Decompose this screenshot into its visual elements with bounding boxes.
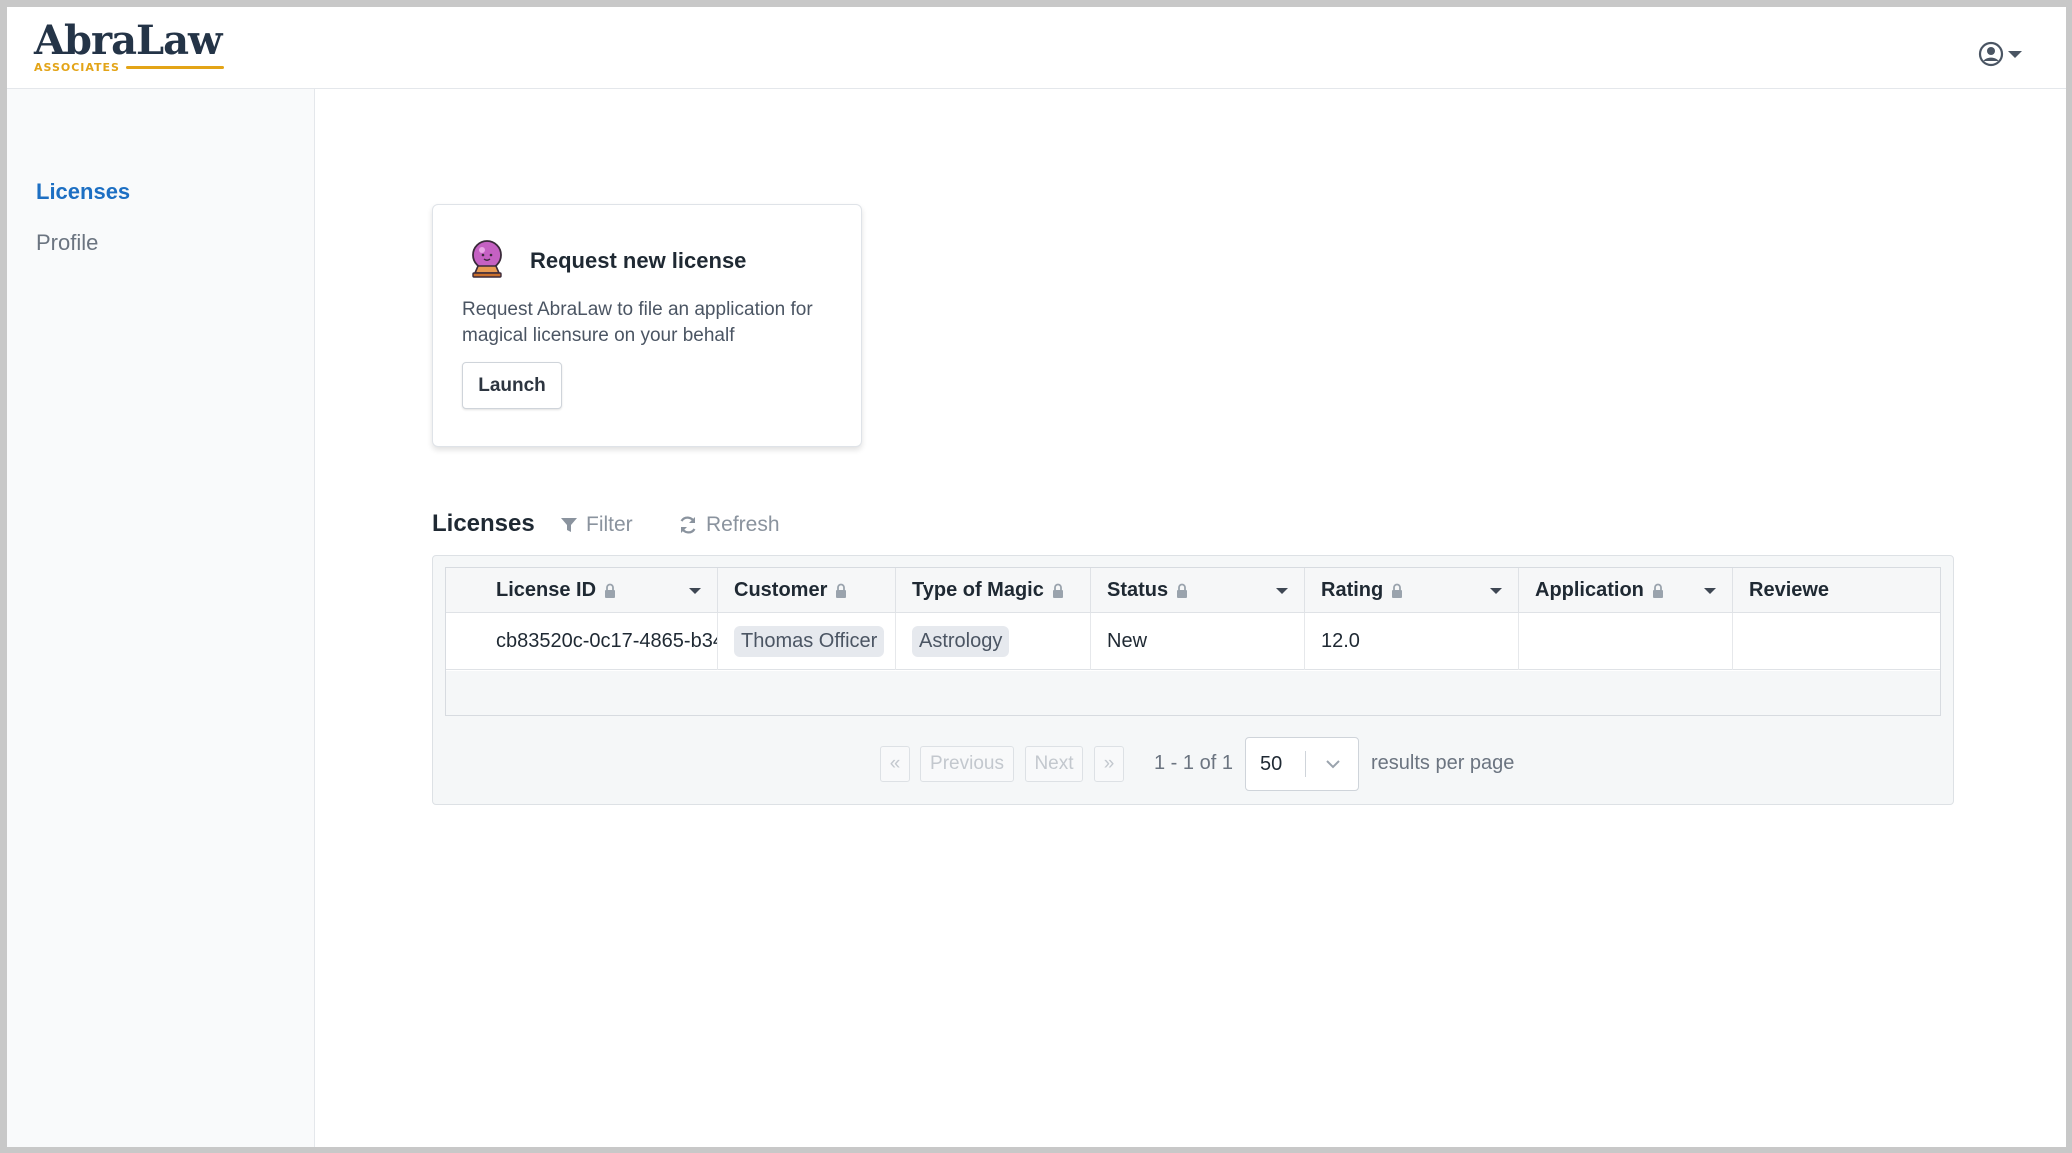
column-header-rating[interactable]: Rating xyxy=(1305,568,1519,613)
user-circle-icon xyxy=(1978,41,2004,67)
cell-application xyxy=(1519,613,1733,670)
brand-subtitle: ASSOCIATES xyxy=(34,61,120,74)
table-header: License ID Customer Type of Magic Status xyxy=(446,568,1940,613)
sidebar: Licenses Profile xyxy=(7,89,315,1147)
column-label: Rating xyxy=(1321,579,1384,601)
chevron-down-icon xyxy=(1326,760,1340,769)
last-page-button[interactable]: » xyxy=(1094,746,1124,782)
card-title: Request new license xyxy=(530,248,747,273)
sidebar-item-licenses[interactable]: Licenses xyxy=(36,179,130,205)
cell-rating: 12.0 xyxy=(1305,613,1519,670)
sort-caret-icon[interactable] xyxy=(689,588,701,594)
lock-icon xyxy=(836,583,847,598)
chevron-down-icon xyxy=(2008,50,2022,58)
column-header-status[interactable]: Status xyxy=(1091,568,1305,613)
licenses-table-panel: License ID Customer Type of Magic Status xyxy=(432,555,1954,805)
customer-tag[interactable]: Thomas Officer xyxy=(734,626,885,657)
column-header-license-id[interactable]: License ID xyxy=(446,568,718,613)
pagination-range: 1 - 1 of 1 xyxy=(1154,752,1233,774)
lock-icon xyxy=(1177,583,1188,598)
sort-caret-icon[interactable] xyxy=(1276,588,1288,594)
cell-status: New xyxy=(1091,613,1305,670)
crystal-ball-icon xyxy=(466,238,508,285)
per-page-label: results per page xyxy=(1371,752,1515,774)
app-window: AbraLaw ASSOCIATES Licenses Profile Requ… xyxy=(7,7,2066,1147)
card-description: Request AbraLaw to file an application f… xyxy=(462,299,813,346)
table-empty-area xyxy=(446,671,1940,715)
magic-type-tag: Astrology xyxy=(912,626,1010,657)
user-menu-button[interactable] xyxy=(1978,41,2022,67)
brand-underline xyxy=(125,66,224,69)
lock-icon xyxy=(1392,583,1403,598)
cell-customer: Thomas Officer xyxy=(718,613,896,670)
launch-button[interactable]: Launch xyxy=(462,362,562,409)
column-label: Reviewe xyxy=(1749,579,1830,601)
sort-caret-icon[interactable] xyxy=(1490,588,1502,594)
lock-icon xyxy=(1652,583,1663,598)
column-header-application[interactable]: Application xyxy=(1519,568,1733,613)
previous-page-button[interactable]: Previous xyxy=(920,746,1014,782)
licenses-heading: Licenses xyxy=(432,510,535,537)
per-page-select[interactable]: 50 xyxy=(1245,737,1359,791)
brand-name: AbraLaw xyxy=(34,17,222,64)
top-header: AbraLaw ASSOCIATES xyxy=(7,7,2066,89)
column-label: Status xyxy=(1107,579,1169,601)
next-page-button[interactable]: Next xyxy=(1025,746,1083,782)
filter-icon xyxy=(561,518,577,532)
request-license-card: Request new license Request AbraLaw to f… xyxy=(432,204,862,447)
column-header-customer[interactable]: Customer xyxy=(718,568,896,613)
table-row[interactable]: cb83520c-0c17-4865-b34 Thomas Officer As… xyxy=(446,613,1940,670)
column-header-reviewer[interactable]: Reviewe xyxy=(1733,568,1940,613)
refresh-button[interactable]: Refresh xyxy=(678,513,780,537)
sort-caret-icon[interactable] xyxy=(1704,588,1716,594)
filter-button[interactable]: Filter xyxy=(560,513,633,537)
licenses-table: License ID Customer Type of Magic Status xyxy=(445,567,1941,716)
lock-icon xyxy=(1052,583,1063,598)
sidebar-item-profile[interactable]: Profile xyxy=(36,230,98,256)
cell-license-id: cb83520c-0c17-4865-b34 xyxy=(446,613,718,670)
cell-reviewer xyxy=(1733,613,1940,670)
first-page-button[interactable]: « xyxy=(880,746,910,782)
cell-type-of-magic: Astrology xyxy=(896,613,1091,670)
filter-label: Filter xyxy=(586,513,633,536)
column-label: Application xyxy=(1535,579,1644,601)
refresh-label: Refresh xyxy=(706,513,780,536)
column-label: Type of Magic xyxy=(912,579,1044,601)
column-label: License ID xyxy=(496,579,597,601)
lock-icon xyxy=(605,583,616,598)
brand-logo[interactable]: AbraLaw ASSOCIATES xyxy=(34,19,224,74)
refresh-icon xyxy=(680,516,696,534)
select-divider xyxy=(1305,751,1306,777)
column-label: Customer xyxy=(734,579,828,601)
per-page-value: 50 xyxy=(1260,753,1283,775)
column-header-type-of-magic[interactable]: Type of Magic xyxy=(896,568,1091,613)
